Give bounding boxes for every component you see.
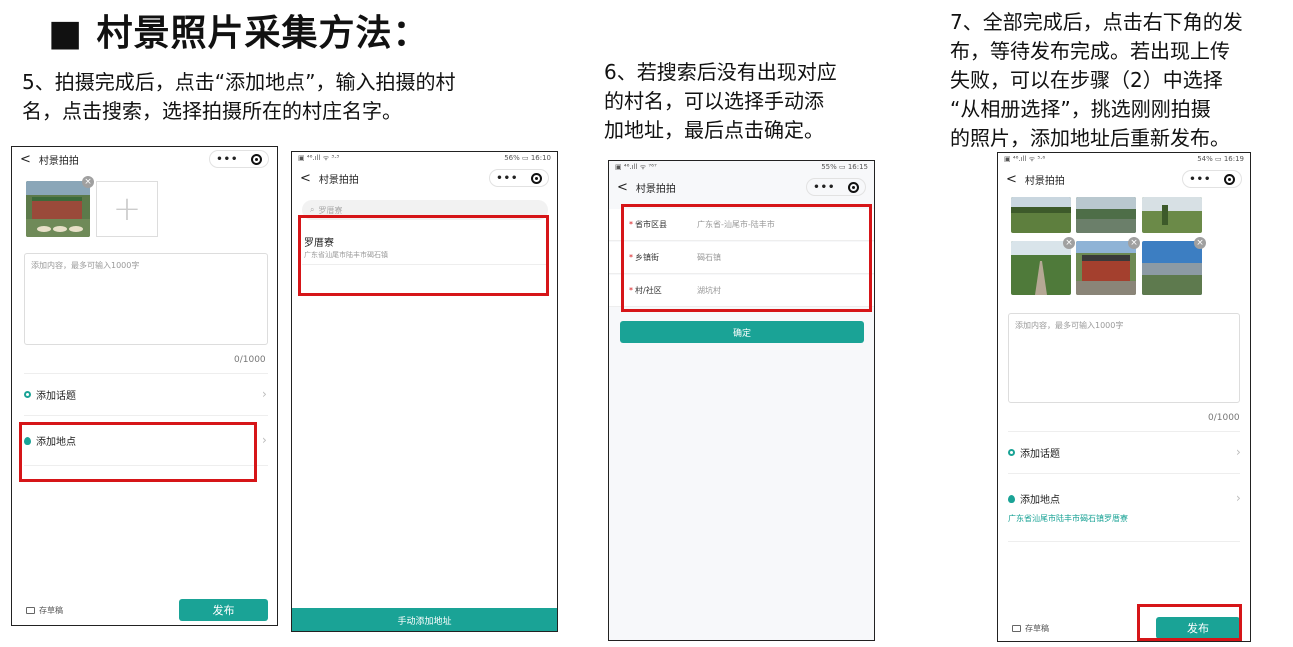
mini-program-capsule[interactable]: ••• bbox=[489, 169, 549, 187]
remove-photo-icon[interactable]: × bbox=[1128, 237, 1140, 249]
add-photo-button[interactable]: + bbox=[96, 181, 158, 237]
add-location-row[interactable]: 添加地点 bbox=[1008, 491, 1060, 506]
status-bar: ▣ ⁴⁶.ıll ᯤ ³·³ 56% ▭ 16:10 bbox=[292, 152, 557, 166]
location-pin-icon bbox=[1008, 494, 1015, 503]
mini-program-capsule[interactable]: ••• bbox=[209, 150, 269, 168]
page-title: ■ 村景照片采集方法： bbox=[48, 13, 430, 54]
highlight-address-form bbox=[621, 204, 872, 312]
phone-screenshot-4: ▣ ⁴⁶.ıll ᯤ ⁵·⁶ 54% ▭ 16:19 < 村景拍拍 ••• × … bbox=[997, 152, 1251, 642]
nav-bar: < 村景拍拍 ••• bbox=[292, 166, 557, 190]
nav-bar: < 村景拍拍 ••• bbox=[12, 147, 277, 171]
status-right: 54% ▭ 16:19 bbox=[1197, 155, 1244, 163]
confirm-button[interactable]: 确定 bbox=[620, 321, 864, 343]
nav-title: 村景拍拍 bbox=[1024, 175, 1065, 187]
status-right: 56% ▭ 16:10 bbox=[504, 154, 551, 162]
draft-icon bbox=[26, 607, 35, 614]
photo-thumbnail[interactable] bbox=[1142, 197, 1202, 233]
topic-icon bbox=[24, 391, 31, 398]
nav-title: 村景拍拍 bbox=[318, 174, 359, 186]
plus-icon: + bbox=[112, 189, 142, 229]
highlight-add-location bbox=[19, 422, 257, 482]
char-counter: 0/1000 bbox=[1208, 413, 1240, 423]
divider bbox=[24, 415, 268, 416]
close-program-icon[interactable] bbox=[847, 181, 859, 193]
save-draft-button[interactable]: 存草稿 bbox=[1012, 623, 1049, 634]
close-program-icon[interactable] bbox=[530, 172, 542, 184]
topic-icon bbox=[1008, 449, 1015, 456]
close-program-icon[interactable] bbox=[250, 153, 262, 165]
char-counter: 0/1000 bbox=[234, 355, 266, 365]
status-left: ▣ ⁴⁶.ıll ᯤ ⁷⁶⁷ bbox=[615, 163, 657, 171]
divider bbox=[1008, 541, 1240, 542]
add-topic-label: 添加话题 bbox=[1020, 449, 1060, 460]
more-icon[interactable]: ••• bbox=[1189, 174, 1211, 185]
step-7-text: 7、全部完成后，点击右下角的发 布，等待发布完成。若出现上传 失败，可以在步骤（… bbox=[950, 10, 1243, 150]
more-icon[interactable]: ••• bbox=[216, 154, 238, 165]
chevron-right-icon: › bbox=[1236, 445, 1241, 459]
highlight-search-result bbox=[298, 215, 549, 296]
photo-thumbnail[interactable] bbox=[1011, 197, 1071, 233]
manual-add-address-button[interactable]: 手动添加地址 bbox=[292, 608, 557, 631]
chevron-right-icon: › bbox=[1236, 491, 1241, 505]
photo-thumbnail[interactable] bbox=[1076, 241, 1136, 295]
phone-screenshot-1: < 村景拍拍 ••• × + 添加内容，最多可输入1000字 0/1000 添加… bbox=[11, 146, 278, 626]
remove-photo-icon[interactable]: × bbox=[1194, 237, 1206, 249]
photo-thumbnail[interactable] bbox=[1076, 197, 1136, 233]
add-location-label: 添加地点 bbox=[1020, 495, 1060, 506]
divider bbox=[1008, 431, 1240, 432]
status-left: ▣ ⁴⁶.ıll ᯤ ³·³ bbox=[298, 154, 340, 162]
status-right: 55% ▭ 16:15 bbox=[821, 163, 868, 171]
nav-bar: < 村景拍拍 ••• bbox=[609, 175, 874, 199]
back-icon[interactable]: < bbox=[617, 180, 628, 195]
selected-location: 广东省汕尾市陆丰市碣石镇罗厝寮 bbox=[1008, 514, 1128, 523]
more-icon[interactable]: ••• bbox=[496, 173, 518, 184]
step-5-text: 5、拍摄完成后，点击“添加地点”，输入拍摄的村 名，点击搜索，选择拍摄所在的村庄… bbox=[22, 70, 456, 123]
publish-button[interactable]: 发布 bbox=[179, 599, 268, 621]
status-left: ▣ ⁴⁶.ıll ᯤ ⁵·⁶ bbox=[1004, 155, 1046, 163]
remove-photo-icon[interactable]: × bbox=[82, 176, 94, 188]
back-icon[interactable]: < bbox=[1006, 172, 1017, 187]
photo-thumbnail[interactable] bbox=[1011, 241, 1071, 295]
search-icon: ⌕ bbox=[310, 205, 315, 214]
add-topic-row[interactable]: 添加话题 bbox=[1008, 445, 1060, 460]
mini-program-capsule[interactable]: ••• bbox=[806, 178, 866, 196]
step-6-text: 6、若搜索后没有出现对应 的村名，可以选择手动添 加地址，最后点击确定。 bbox=[604, 60, 837, 142]
nav-bar: < 村景拍拍 ••• bbox=[998, 167, 1250, 191]
more-icon[interactable]: ••• bbox=[813, 182, 835, 193]
remove-photo-icon[interactable]: × bbox=[1063, 237, 1075, 249]
divider bbox=[1008, 473, 1240, 474]
save-draft-button[interactable]: 存草稿 bbox=[26, 605, 63, 616]
content-textarea[interactable]: 添加内容，最多可输入1000字 bbox=[1008, 313, 1240, 403]
back-icon[interactable]: < bbox=[300, 171, 311, 186]
chevron-right-icon: › bbox=[262, 433, 267, 447]
nav-title: 村景拍拍 bbox=[635, 183, 676, 195]
mini-program-capsule[interactable]: ••• bbox=[1182, 170, 1242, 188]
photo-thumbnail[interactable] bbox=[1142, 241, 1202, 295]
nav-title: 村景拍拍 bbox=[38, 155, 79, 167]
search-input-value: 罗厝寮 bbox=[318, 205, 343, 215]
save-draft-label: 存草稿 bbox=[39, 606, 63, 615]
close-program-icon[interactable] bbox=[1223, 173, 1235, 185]
divider bbox=[24, 373, 268, 374]
save-draft-label: 存草稿 bbox=[1025, 624, 1049, 633]
content-textarea[interactable]: 添加内容，最多可输入1000字 bbox=[24, 253, 268, 345]
status-bar: ▣ ⁴⁶.ıll ᯤ ⁵·⁶ 54% ▭ 16:19 bbox=[998, 153, 1250, 167]
add-topic-row[interactable]: 添加话题 bbox=[24, 387, 76, 402]
highlight-publish bbox=[1137, 604, 1242, 641]
chevron-right-icon: › bbox=[262, 387, 267, 401]
status-bar: ▣ ⁴⁶.ıll ᯤ ⁷⁶⁷ 55% ▭ 16:15 bbox=[609, 161, 874, 175]
draft-icon bbox=[1012, 625, 1021, 632]
back-icon[interactable]: < bbox=[20, 152, 31, 167]
add-topic-label: 添加话题 bbox=[36, 391, 76, 402]
photo-thumbnail[interactable] bbox=[26, 181, 90, 237]
